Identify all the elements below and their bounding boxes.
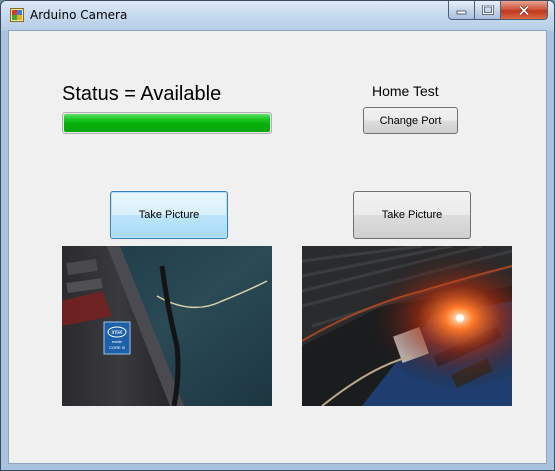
caption-buttons <box>448 1 548 21</box>
sticker-line1-text: inside <box>112 339 123 344</box>
close-button[interactable] <box>501 1 548 20</box>
camera-photo-1: intel inside CORE i5 <box>62 246 272 406</box>
app-icon <box>10 8 24 22</box>
take-picture-button-1[interactable]: Take Picture <box>110 191 228 239</box>
app-window: Arduino Camera Status = Available Home T… <box>0 0 555 471</box>
sticker-line2-text: CORE i5 <box>109 345 126 350</box>
port-name-label: Home Test <box>372 83 439 99</box>
maximize-icon <box>481 5 494 15</box>
window-title: Arduino Camera <box>30 8 128 22</box>
change-port-button[interactable]: Change Port <box>363 107 458 134</box>
camera-photo-2 <box>302 246 512 406</box>
take-picture-button-2[interactable]: Take Picture <box>353 191 471 239</box>
title-bar[interactable]: Arduino Camera <box>1 1 554 29</box>
client-area: Status = Available Home Test Change Port… <box>8 30 547 464</box>
status-label: Status = Available <box>62 83 222 105</box>
sticker-brand-text: intel <box>111 330 122 336</box>
maximize-button[interactable] <box>475 1 501 20</box>
status-progress-bar <box>62 112 272 134</box>
minimize-icon <box>456 10 466 15</box>
progress-fill <box>64 114 270 132</box>
minimize-button[interactable] <box>448 1 475 20</box>
close-icon <box>518 4 530 16</box>
